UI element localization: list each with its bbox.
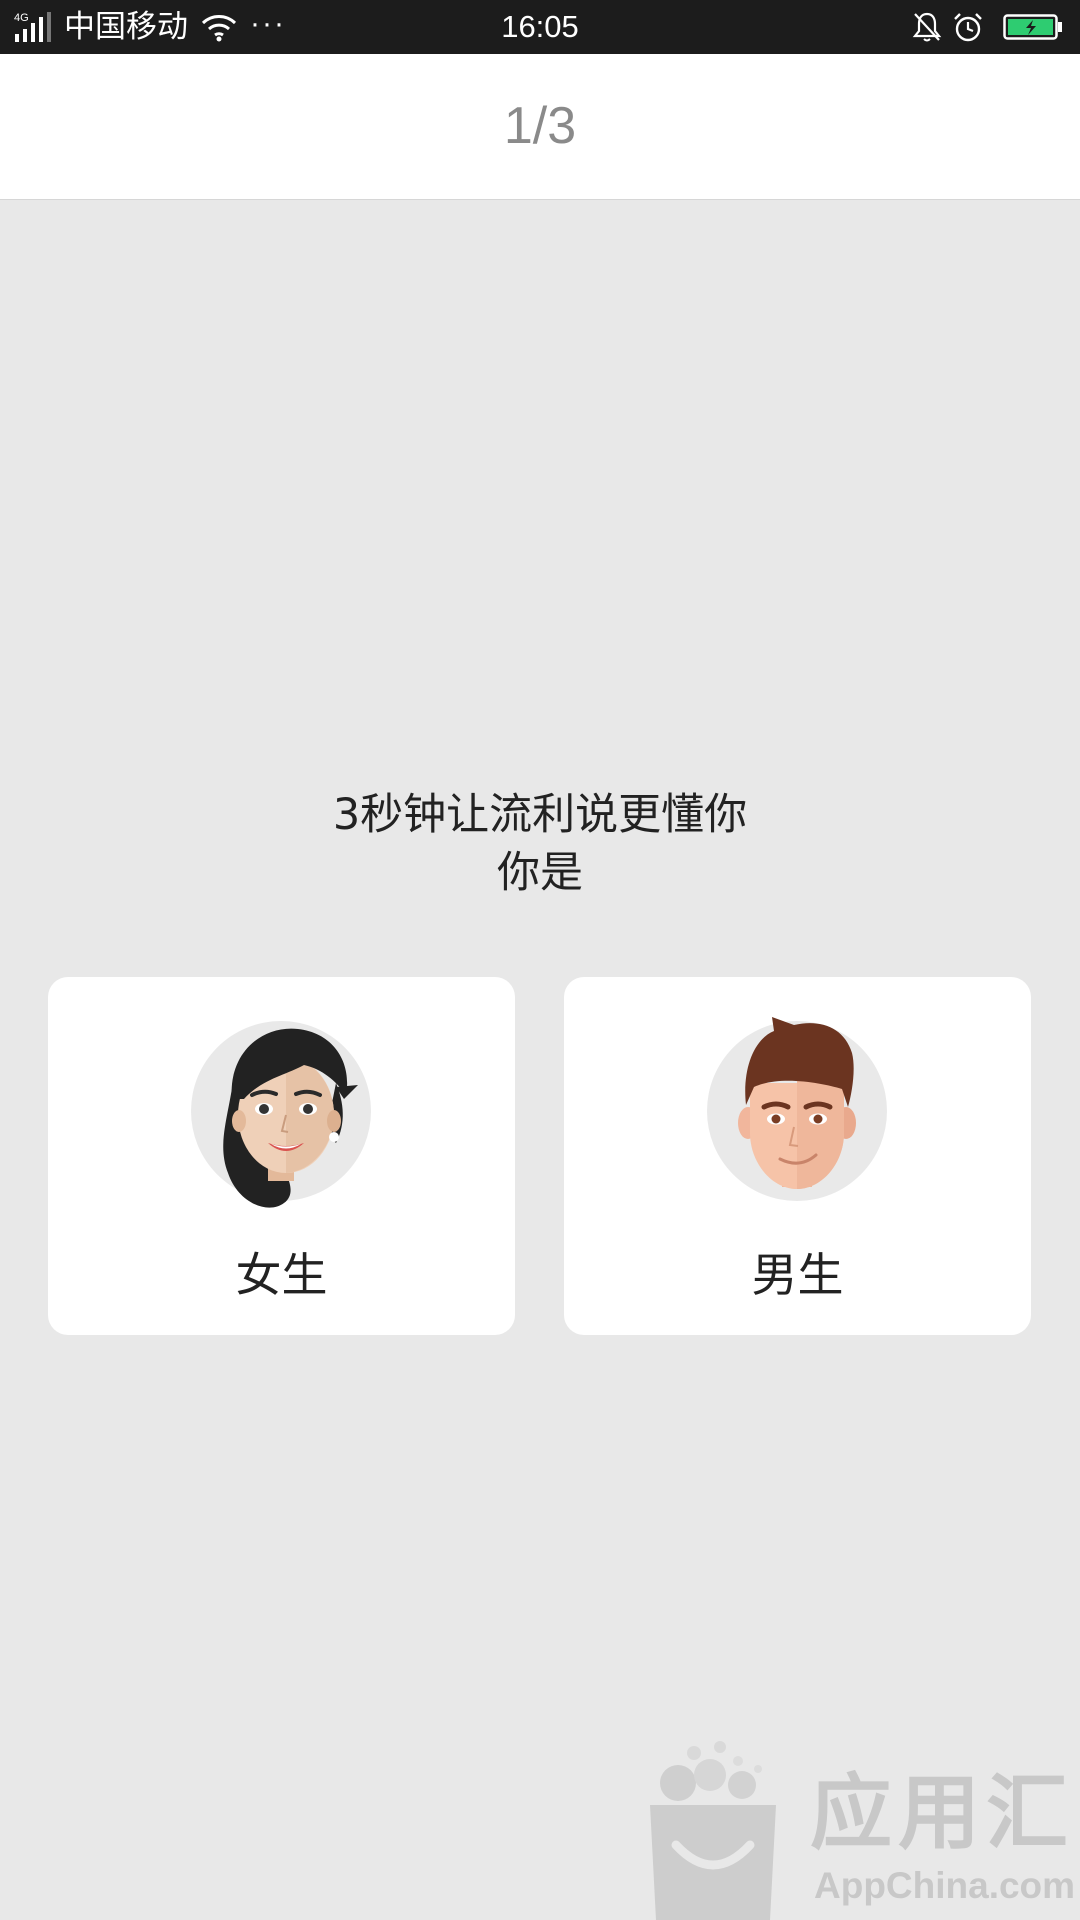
alarm-icon [954, 13, 982, 42]
bell-muted-icon [912, 12, 942, 42]
step-indicator: 1/3 [503, 97, 577, 155]
battery-charging-icon [1003, 14, 1062, 40]
female-option-card[interactable]: 女生 [48, 977, 515, 1335]
female-option-label: 女生 [235, 1248, 328, 1302]
prompt-line-1: 3秒钟让流利说更懂你 [332, 790, 748, 840]
female-avatar-icon [191, 1021, 371, 1208]
male-avatar-icon [707, 1017, 887, 1201]
watermark: 应用汇 AppChina.com [638, 1735, 1078, 1920]
status-bar: 4G 中国移动 ··· 16:05 [0, 0, 1080, 54]
watermark-site: AppChina.com [814, 1865, 1076, 1906]
watermark-title: 应用汇 [810, 1766, 1075, 1861]
shopping-bag-logo-icon [650, 1741, 776, 1920]
prompt: 3秒钟让流利说更懂你 你是 [0, 786, 1080, 902]
header: 1/3 [0, 54, 1080, 200]
prompt-line-2: 你是 [497, 848, 583, 898]
male-option-card[interactable]: 男生 [564, 977, 1031, 1335]
male-option-label: 男生 [751, 1248, 844, 1302]
